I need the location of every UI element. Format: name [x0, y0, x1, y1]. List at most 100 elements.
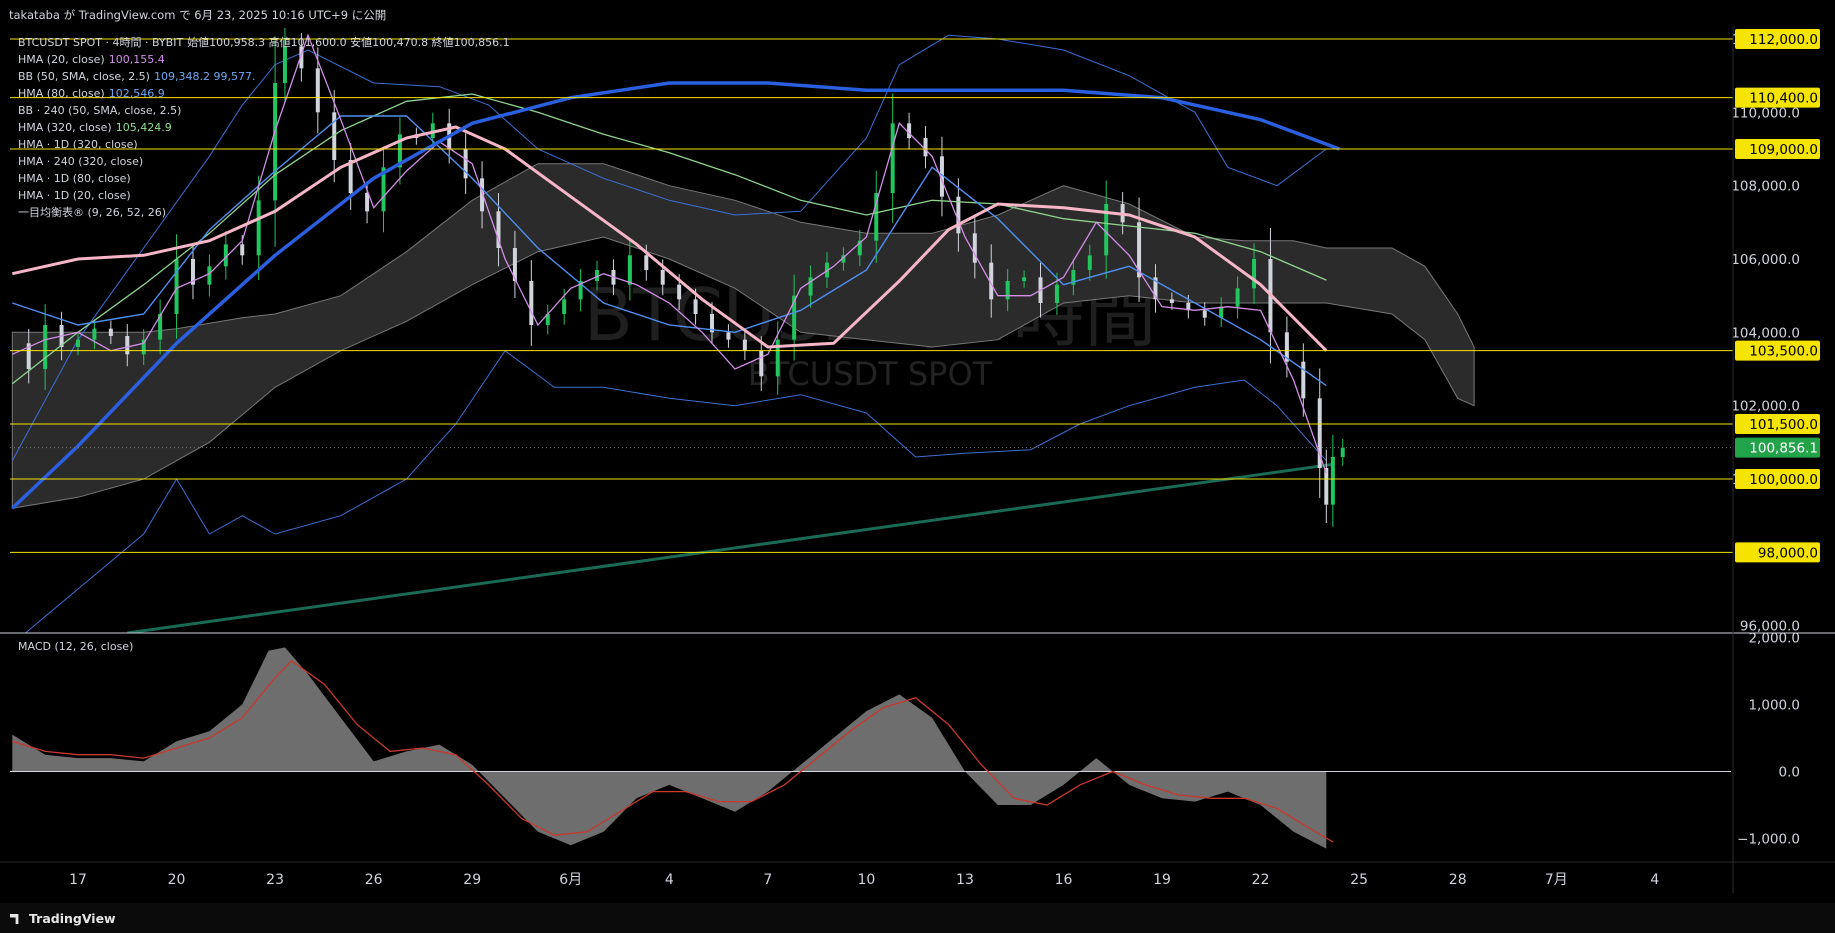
- indicator-legend: BTCUSDT SPOT · 4時間 · BYBIT 始値100,958.3 高値…: [18, 34, 510, 221]
- legend-row[interactable]: HMA (20, close) 100,155.4: [18, 51, 510, 68]
- candle-body: [562, 299, 567, 314]
- legend-label: BTCUSDT SPOT · 4時間 · BYBIT: [18, 36, 184, 49]
- legend-label: HMA (80, close): [18, 87, 105, 100]
- time-tick-label: 16: [1055, 872, 1073, 888]
- candle-body: [677, 284, 682, 300]
- candle-body: [529, 281, 534, 325]
- price-level-label: 98,000.0: [1758, 545, 1818, 561]
- candle-body: [759, 350, 764, 377]
- candle-body: [890, 123, 895, 193]
- time-tick-label: 22: [1252, 872, 1270, 888]
- candle-body: [1022, 277, 1027, 281]
- footer-bar: TradingView: [0, 903, 1835, 933]
- candle-body: [660, 270, 665, 285]
- macd-tick-label: 1,000.0: [1748, 697, 1800, 713]
- price-level-label: 109,000.0: [1749, 142, 1818, 158]
- legend-label: HMA (20, close): [18, 53, 105, 66]
- legend-label: HMA · 240 (320, close): [18, 155, 144, 168]
- legend-label: BB (50, SMA, close, 2.5): [18, 70, 150, 83]
- legend-label: 一目均衡表® (9, 26, 52, 26): [18, 206, 167, 219]
- candle-body: [1324, 468, 1329, 505]
- candle-body: [1169, 299, 1174, 303]
- time-tick-label: 26: [365, 872, 383, 888]
- price-level-label: 101,500.0: [1749, 417, 1818, 433]
- candle-body: [1340, 447, 1345, 457]
- candle-body: [693, 299, 698, 314]
- macd-tick-label: 0.0: [1779, 764, 1800, 780]
- candle-body: [726, 332, 731, 340]
- legend-label: HMA · 1D (20, close): [18, 189, 131, 202]
- legend-row[interactable]: HMA (320, close) 105,424.9: [18, 119, 510, 136]
- price-tick-label: 104,000.0: [1731, 325, 1800, 341]
- legend-value: 102,546.9: [108, 87, 165, 100]
- price-tick-label: 108,000.0: [1731, 179, 1800, 195]
- tradingview-logo-icon: [10, 914, 19, 924]
- legend-value: 100,155.4: [108, 53, 165, 66]
- candle-body: [125, 336, 130, 355]
- price-level-label: 110,400.0: [1749, 91, 1818, 107]
- legend-row[interactable]: HMA · 1D (320, close): [18, 136, 510, 153]
- time-tick-label: 6月: [559, 872, 582, 888]
- legend-row[interactable]: HMA · 1D (80, close): [18, 170, 510, 187]
- candle-body: [1054, 284, 1059, 303]
- price-tick-label: 106,000.0: [1731, 252, 1800, 268]
- candle-body: [1219, 306, 1224, 318]
- time-tick-label: 29: [463, 872, 481, 888]
- brand-name: TradingView: [29, 911, 116, 926]
- candle-body: [923, 138, 928, 157]
- time-tick-label: 13: [956, 872, 974, 888]
- legend-row[interactable]: BB · 240 (50, SMA, close, 2.5): [18, 102, 510, 119]
- candle-body: [644, 255, 649, 270]
- time-tick-label: 4: [1650, 872, 1659, 888]
- time-tick-label: 20: [168, 872, 186, 888]
- macd-title: MACD (12, 26, close): [18, 640, 134, 653]
- candle-body: [108, 328, 113, 336]
- candle-body: [43, 325, 48, 369]
- time-tick-label: 17: [69, 872, 87, 888]
- time-tick-label: 25: [1350, 872, 1368, 888]
- candle-body: [1087, 255, 1092, 270]
- price-tick-label: 110,000.0: [1731, 105, 1800, 121]
- price-level-label: 112,000.0: [1749, 32, 1818, 48]
- macd-pane: [10, 647, 1731, 849]
- macd-area: [12, 647, 1327, 849]
- legend-label: HMA (320, close): [18, 121, 112, 134]
- candle-body: [742, 339, 747, 351]
- candle-body: [1330, 457, 1335, 505]
- candle-body: [207, 266, 212, 285]
- candle-body: [1252, 259, 1257, 289]
- legend-row[interactable]: 一目均衡表® (9, 26, 52, 26): [18, 204, 510, 221]
- candle-body: [907, 123, 912, 138]
- candle-body: [1202, 310, 1207, 318]
- last-price-label: 100,856.1: [1749, 441, 1818, 457]
- candle-body: [1235, 288, 1240, 307]
- legend-value: 始値100,958.3 高値101,600.0 安値100,470.8 終値10…: [187, 36, 510, 49]
- legend-row[interactable]: HMA · 240 (320, close): [18, 153, 510, 170]
- candle-body: [76, 339, 80, 347]
- time-tick-label: 7月: [1545, 872, 1568, 888]
- legend-label: HMA · 1D (80, close): [18, 172, 131, 185]
- tradingview-logo[interactable]: TradingView: [10, 911, 116, 926]
- watermark-subtitle: BTCUSDT SPOT: [748, 355, 993, 393]
- candle-body: [1005, 281, 1010, 300]
- price-level-label: 103,500.0: [1749, 344, 1818, 360]
- candle-body: [240, 244, 245, 256]
- candle-body: [627, 255, 632, 285]
- legend-row[interactable]: HMA · 1D (20, close): [18, 187, 510, 204]
- price-level-label: 100,000.0: [1749, 472, 1818, 488]
- time-tick-label: 10: [857, 872, 875, 888]
- legend-label: BB · 240 (50, SMA, close, 2.5): [18, 104, 182, 117]
- teal-trendline: [127, 462, 1334, 633]
- macd-tick-label: −1,000.0: [1737, 832, 1800, 848]
- candle-body: [92, 328, 97, 340]
- legend-value: 105,424.9: [115, 121, 172, 134]
- time-tick-label: 23: [266, 872, 284, 888]
- candle-body: [1301, 361, 1306, 399]
- legend-row[interactable]: BTCUSDT SPOT · 4時間 · BYBIT 始値100,958.3 高値…: [18, 34, 510, 51]
- time-tick-label: 19: [1153, 872, 1171, 888]
- legend-row[interactable]: BB (50, SMA, close, 2.5) 109,348.2 99,577…: [18, 68, 510, 85]
- macd-tick-label: 2,000.0: [1748, 630, 1800, 646]
- legend-row[interactable]: HMA (80, close) 102,546.9: [18, 85, 510, 102]
- legend-label: HMA · 1D (320, close): [18, 138, 138, 151]
- candle-body: [174, 259, 179, 314]
